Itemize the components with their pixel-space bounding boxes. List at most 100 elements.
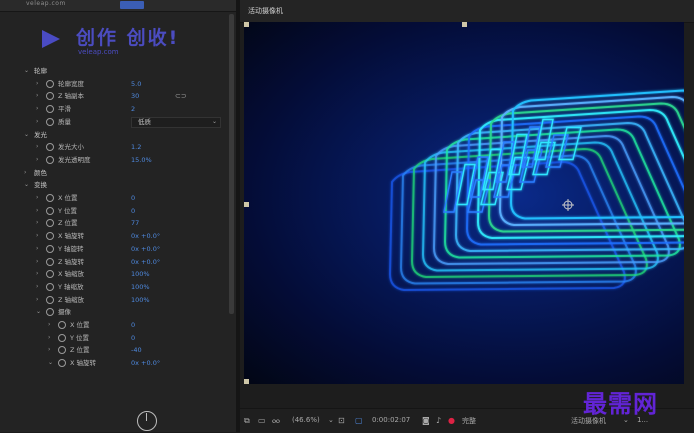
show-snapshot-icon[interactable]: ♪ [436, 416, 441, 425]
property-row[interactable]: › Y 轴缩放 100% [0, 281, 236, 293]
twirl-open-icon[interactable]: ⌄ [24, 129, 29, 141]
bounds-handle-bl[interactable] [244, 379, 249, 384]
monitor-icon[interactable]: ▭ [258, 416, 266, 425]
channel-icon[interactable]: ● [448, 416, 455, 425]
property-row[interactable]: ⌄ 摄像 [0, 306, 236, 318]
twirl-closed-icon[interactable]: › [36, 192, 38, 204]
property-row[interactable]: › X 轴旋转 0x +0.0° [0, 230, 236, 242]
rotation-dial[interactable] [137, 411, 157, 431]
fit-icon[interactable]: ⊡ [338, 416, 345, 425]
twirl-closed-icon[interactable]: › [36, 230, 38, 242]
twirl-closed-icon[interactable]: › [48, 332, 50, 344]
property-value[interactable]: 2 [131, 103, 135, 115]
snapshot-icon[interactable]: ◙ [422, 416, 430, 425]
twirl-closed-icon[interactable]: › [36, 103, 38, 115]
stopwatch-icon[interactable] [46, 270, 54, 279]
stopwatch-icon[interactable] [46, 117, 54, 126]
property-value[interactable]: 30 [131, 90, 139, 102]
twirl-closed-icon[interactable]: › [48, 344, 50, 356]
property-row[interactable]: › X 轴缩放 100% [0, 268, 236, 280]
property-value[interactable]: -40 [131, 344, 142, 356]
property-value[interactable]: 0 [131, 319, 135, 331]
property-value[interactable]: 0x +0.0° [131, 357, 160, 369]
bounds-handle-tl[interactable] [244, 22, 249, 27]
twirl-open-icon[interactable]: ⌄ [24, 65, 29, 77]
stopwatch-icon[interactable] [46, 219, 54, 228]
property-value[interactable]: 77 [131, 217, 139, 229]
stopwatch-icon[interactable] [46, 282, 54, 291]
zoom-dropdown-icon[interactable]: ⌄ [328, 416, 334, 424]
property-row[interactable]: › X 位置 0 [0, 192, 236, 204]
twirl-open-icon[interactable]: ⌄ [48, 357, 53, 369]
property-row[interactable]: › Z 位置 77 [0, 217, 236, 229]
stopwatch-icon[interactable] [46, 206, 54, 215]
stopwatch-icon[interactable] [46, 79, 54, 88]
property-row[interactable]: › Y 位置 0 [0, 205, 236, 217]
property-value[interactable]: 1.2 [131, 141, 141, 153]
stopwatch-icon[interactable] [46, 244, 54, 253]
twirl-closed-icon[interactable]: › [36, 90, 38, 102]
property-row[interactable]: › X 位置 0 [0, 319, 236, 331]
stopwatch-icon[interactable] [46, 257, 54, 266]
twirl-open-icon[interactable]: ⌄ [24, 179, 29, 191]
property-row[interactable]: ⌄ 轮廓 [0, 65, 236, 77]
stopwatch-icon[interactable] [46, 92, 54, 101]
stopwatch-icon[interactable] [46, 308, 54, 317]
property-value[interactable]: 5.0 [131, 78, 141, 90]
panel-tab-label[interactable]: veleap.com [26, 0, 66, 7]
property-value[interactable]: 0x +0.0° [131, 256, 160, 268]
stopwatch-icon[interactable] [46, 194, 54, 202]
property-row[interactable]: › 平滑 2 [0, 103, 236, 115]
property-row[interactable]: › Z 轴副本 30 ⊂⊃ [0, 90, 236, 102]
quality-dropdown[interactable]: 低质 ⌄ [131, 116, 221, 128]
always-preview-icon[interactable]: ⧉ [244, 416, 250, 426]
property-row[interactable]: › Z 位置 -40 [0, 344, 236, 356]
link-icon[interactable]: ⊂⊃ [175, 90, 187, 102]
property-row[interactable]: › 轮廓宽度 5.0 [0, 78, 236, 90]
stopwatch-icon[interactable] [46, 105, 54, 114]
stopwatch-icon[interactable] [58, 346, 66, 355]
property-row[interactable]: ⌄ 变换 [0, 179, 236, 191]
resolution-quality[interactable]: 完整 [462, 416, 476, 426]
stopwatch-icon[interactable] [58, 333, 66, 342]
property-row[interactable]: › 颜色 [0, 167, 236, 179]
twirl-open-icon[interactable]: ⌄ [36, 306, 41, 318]
bounds-handle-tm[interactable] [462, 22, 467, 27]
composition-viewer[interactable] [244, 22, 684, 384]
property-value[interactable]: 0x +0.0° [131, 230, 160, 242]
view-options-icon[interactable]: ⲟⲟ [272, 416, 280, 426]
property-value[interactable]: 0 [131, 332, 135, 344]
zoom-level[interactable]: (46.6%) [292, 416, 320, 424]
twirl-closed-icon[interactable]: › [24, 167, 26, 179]
timecode[interactable]: 0:00:02:07 [372, 416, 410, 424]
property-row[interactable]: › Y 轴旋转 0x +0.0° [0, 243, 236, 255]
property-value[interactable]: 0x +0.0° [131, 243, 160, 255]
panel-scrollbar[interactable] [229, 14, 234, 314]
stopwatch-icon[interactable] [46, 143, 54, 152]
region-icon[interactable]: ▢ [355, 416, 363, 425]
property-row[interactable]: › Z 轴旋转 0x +0.0° [0, 256, 236, 268]
property-value[interactable]: 15.0% [131, 154, 152, 166]
twirl-closed-icon[interactable]: › [36, 205, 38, 217]
twirl-closed-icon[interactable]: › [36, 256, 38, 268]
property-value[interactable]: 0 [131, 205, 135, 217]
property-row[interactable]: › 质量 低质 ⌄ [0, 116, 236, 128]
twirl-closed-icon[interactable]: › [36, 281, 38, 293]
stopwatch-icon[interactable] [58, 321, 66, 329]
composition-title[interactable]: 活动摄像机 [248, 6, 283, 16]
twirl-closed-icon[interactable]: › [36, 116, 38, 128]
twirl-closed-icon[interactable]: › [36, 141, 38, 153]
twirl-closed-icon[interactable]: › [48, 319, 50, 331]
bounds-handle-ml[interactable] [244, 202, 249, 207]
stopwatch-icon[interactable] [46, 155, 54, 164]
stopwatch-icon[interactable] [46, 295, 54, 304]
property-value[interactable]: 0 [131, 192, 135, 204]
twirl-closed-icon[interactable]: › [36, 78, 38, 90]
property-value[interactable]: 100% [131, 294, 150, 306]
twirl-closed-icon[interactable]: › [36, 154, 38, 166]
twirl-closed-icon[interactable]: › [36, 294, 38, 306]
property-value[interactable]: 100% [131, 268, 150, 280]
property-row[interactable]: › 发光透明度 15.0% [0, 154, 236, 166]
panel-tab-button[interactable] [120, 1, 144, 9]
property-row[interactable]: › 发光大小 1.2 [0, 141, 236, 153]
